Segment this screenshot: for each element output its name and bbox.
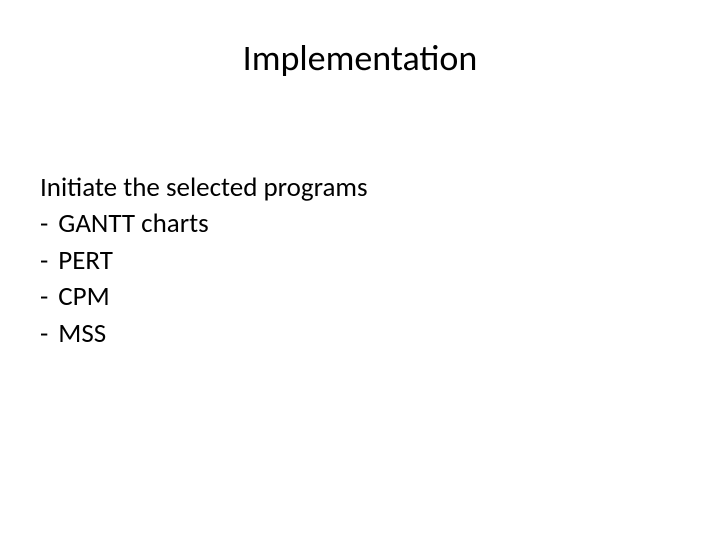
bullet-dash: - xyxy=(40,279,48,315)
list-item: - PERT xyxy=(40,243,680,279)
slide-title: Implementation xyxy=(140,36,580,80)
slide: Implementation Initiate the selected pro… xyxy=(0,0,720,540)
list-item: - GANTT charts xyxy=(40,206,680,242)
bullet-dash: - xyxy=(40,206,48,242)
list-item: - CPM xyxy=(40,279,680,315)
list-item: - MSS xyxy=(40,316,680,352)
bullet-text: PERT xyxy=(58,243,113,279)
bullet-text: CPM xyxy=(58,279,109,315)
bullet-text: MSS xyxy=(58,316,106,352)
bullet-dash: - xyxy=(40,243,48,279)
bullet-dash: - xyxy=(40,316,48,352)
intro-line: Initiate the selected programs xyxy=(40,170,680,206)
bullet-text: GANTT charts xyxy=(58,206,208,242)
slide-body: Initiate the selected programs - GANTT c… xyxy=(40,170,680,352)
